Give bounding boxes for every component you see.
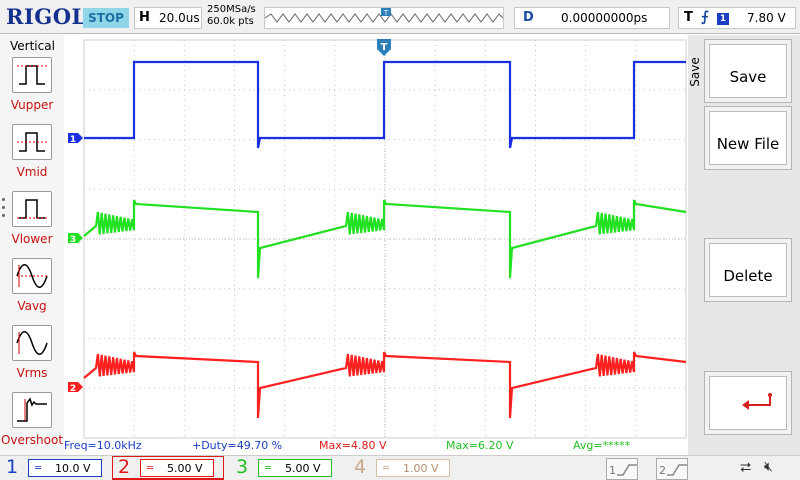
vavg-label: Vavg	[17, 299, 47, 313]
acquisition-info: 250MSa/s 60.0k pts	[207, 4, 256, 28]
math-slot-1[interactable]: 1	[606, 458, 638, 480]
channel-2-offset-marker[interactable]: 2	[68, 382, 83, 394]
dc-coupling-icon: ═	[147, 463, 154, 474]
max-ch2-measurement: Max=4.80 V	[319, 439, 387, 452]
vmid-label: Vmid	[16, 165, 48, 179]
softkey-menu: Save Save New File Delete	[688, 35, 800, 455]
horizontal-delay[interactable]: D 0.00000000ps	[514, 7, 670, 29]
dc-coupling-icon: ═	[383, 463, 390, 474]
measurement-results: Freq=10.0kHz +Duty=49.70 % Max=4.80 V Ma…	[64, 437, 688, 454]
vavg-button[interactable]	[12, 258, 52, 294]
max-ch3-measurement: Max=6.20 V	[446, 439, 514, 452]
sample-rate: 250MSa/s	[207, 4, 256, 15]
run-stop-status[interactable]: STOP	[83, 8, 129, 28]
vlower-button[interactable]	[12, 191, 52, 227]
vmid-icon	[17, 132, 47, 152]
channel-bar: 1 ═ 10.0 V 2 ═ 5.00 V 3 ═ 5.00 V 4 ═ 1.0…	[0, 455, 800, 480]
vupper-button[interactable]	[12, 57, 52, 93]
measure-category-title: Vertical	[10, 39, 55, 53]
channel-markers: 1 3 2	[68, 133, 83, 394]
return-button[interactable]	[704, 371, 792, 435]
channel-1-scale: 10.0 V	[55, 462, 91, 475]
trigger-settings[interactable]: T ⨍ 1 7.80 V	[678, 7, 796, 29]
vrms-icon	[16, 331, 48, 355]
channel-3-settings[interactable]: 3 ═ 5.00 V	[230, 456, 338, 480]
horizontal-key: H	[139, 10, 150, 25]
delete-button[interactable]: Delete	[704, 238, 792, 302]
freq-measurement: Freq=10.0kHz	[64, 439, 142, 452]
new-file-button[interactable]: New File	[704, 106, 792, 170]
overshoot-icon	[17, 397, 47, 422]
rising-edge-icon: ⨍	[701, 9, 709, 25]
dc-coupling-icon: ═	[35, 463, 42, 474]
delay-key: D	[523, 10, 534, 25]
channel-1-settings[interactable]: 1 ═ 10.0 V	[0, 456, 108, 480]
vavg-icon	[16, 264, 48, 288]
dc-coupling-icon: ═	[265, 463, 272, 474]
vmid-button[interactable]	[12, 124, 52, 160]
svg-text:T: T	[381, 42, 388, 53]
delay-value: 0.00000000ps	[561, 11, 648, 25]
avg-measurement: Avg=*****	[573, 439, 631, 452]
speaker-muted-icon[interactable]: 🔇︎	[764, 459, 773, 475]
channel-4-scale: 1.00 V	[403, 462, 439, 475]
memory-position-bar[interactable]: T	[264, 7, 504, 29]
channel-3-offset-marker[interactable]: 3	[68, 233, 83, 245]
memory-overview-icon: T	[264, 8, 504, 23]
vrms-button[interactable]	[12, 325, 52, 361]
waveform-display[interactable]: 1 3 2	[68, 39, 687, 439]
status-bar: RIGOL STOP H 20.0us 250MSa/s 60.0k pts T…	[0, 0, 800, 34]
vupper-icon	[17, 65, 47, 85]
save-button[interactable]: Save	[704, 39, 792, 103]
channel-2-settings[interactable]: 2 ═ 5.00 V	[112, 456, 224, 480]
page-indicator-dots	[2, 198, 6, 222]
timebase-value: 20.0us	[159, 11, 200, 25]
menu-title-tab: Save	[688, 35, 704, 115]
menu-title: Save	[688, 57, 702, 87]
vrms-label: Vrms	[16, 366, 48, 380]
brand-logo: RIGOL	[6, 4, 87, 29]
math-slot-2[interactable]: 2	[656, 458, 688, 480]
oscilloscope-screen: RIGOL STOP H 20.0us 250MSa/s 60.0k pts T…	[0, 0, 800, 480]
svg-text:2: 2	[70, 384, 76, 394]
vupper-label: Vupper	[10, 98, 54, 112]
math-wave-icon	[667, 464, 687, 476]
vlower-icon	[17, 199, 47, 219]
overshoot-button[interactable]	[12, 392, 52, 428]
measure-menu: Vertical Vupper Vmid Vlower Vavg Vrms Ov…	[0, 35, 64, 455]
channel-4-settings[interactable]: 4 ═ 1.00 V	[348, 456, 456, 480]
channel-3-scale: 5.00 V	[285, 462, 321, 475]
trigger-source-badge: 1	[717, 13, 729, 25]
channel-1-offset-marker[interactable]: 1	[68, 133, 83, 145]
return-arrow-icon	[742, 393, 772, 410]
usb-icon: ⮂	[740, 460, 752, 476]
memory-depth: 60.0k pts	[207, 16, 254, 27]
svg-text:1: 1	[70, 135, 76, 145]
trigger-level: 7.80 V	[747, 11, 786, 25]
horizontal-timebase[interactable]: H 20.0us	[134, 7, 202, 29]
math-wave-icon	[617, 464, 637, 476]
trigger-key: T	[684, 10, 693, 25]
channel-2-scale: 5.00 V	[167, 462, 203, 475]
svg-text:3: 3	[70, 235, 76, 245]
duty-measurement: +Duty=49.70 %	[192, 439, 283, 452]
svg-text:T: T	[383, 9, 389, 17]
overshoot-label: Overshoot	[0, 433, 64, 447]
trigger-position-marker[interactable]: T	[377, 39, 391, 57]
vlower-label: Vlower	[11, 232, 53, 246]
